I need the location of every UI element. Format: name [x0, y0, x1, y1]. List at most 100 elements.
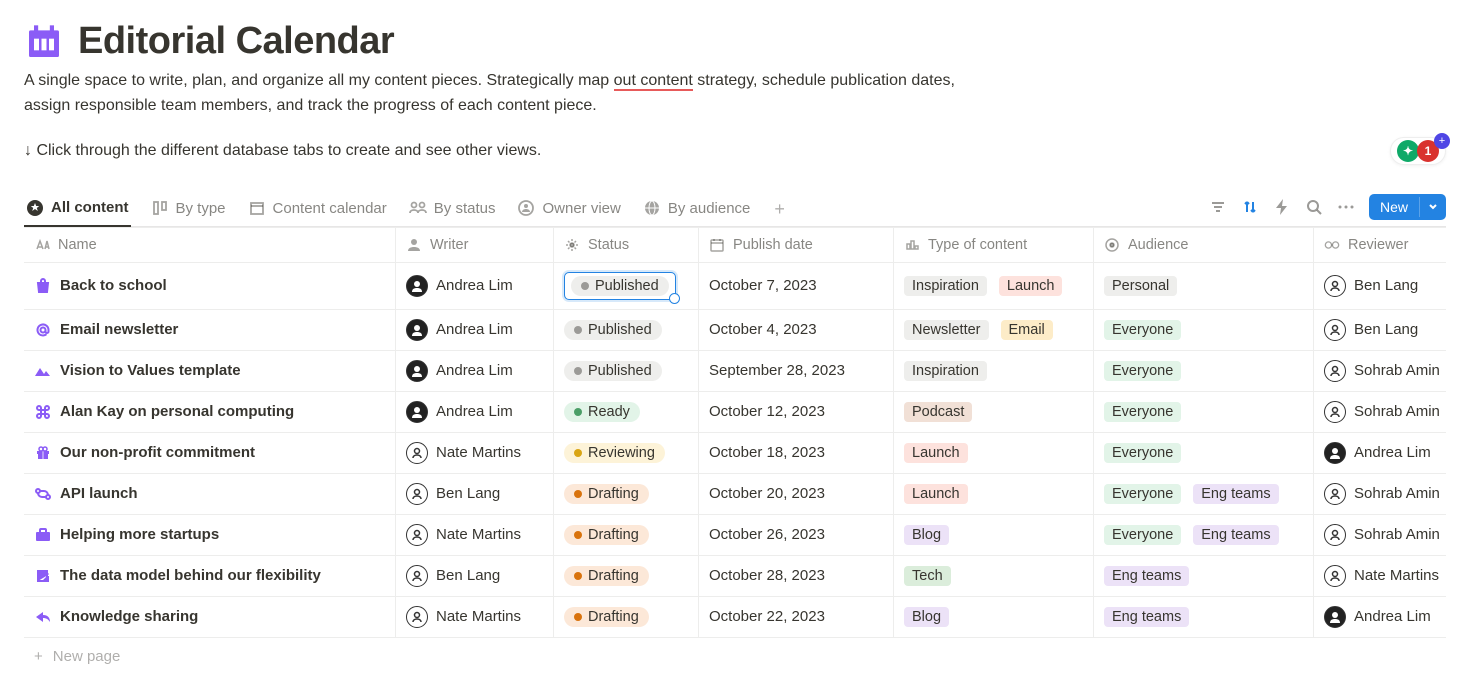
row-title: Vision to Values template: [60, 362, 241, 379]
avatar: [406, 565, 428, 587]
type-tag: Tech: [904, 566, 951, 586]
audience-tag: Everyone: [1104, 402, 1181, 422]
writer-name: Nate Martins: [436, 444, 521, 461]
publish-date: October 4, 2023: [709, 321, 817, 338]
reviewer-name: Ben Lang: [1354, 321, 1418, 338]
avatar: [1324, 319, 1346, 341]
audience-tag: Personal: [1104, 276, 1177, 296]
row-icon: [34, 610, 52, 624]
avatar: [406, 442, 428, 464]
new-page-button[interactable]: + New page: [24, 638, 1446, 675]
table-row[interactable]: Back to schoolAndrea LimPublishedOctober…: [24, 263, 1446, 310]
status-badge: Drafting: [564, 607, 649, 627]
status-selected-cell[interactable]: Published: [564, 272, 676, 300]
reviewer-name: Sohrab Amin: [1354, 403, 1440, 420]
row-title: Email newsletter: [60, 321, 178, 338]
col-audience[interactable]: Audience: [1094, 228, 1314, 262]
globe-icon: [643, 199, 661, 217]
publish-date: October 22, 2023: [709, 608, 825, 625]
status-badge: Published: [564, 320, 662, 340]
tab-by-type[interactable]: By type: [149, 193, 228, 225]
table-row[interactable]: Helping more startupsNate MartinsDraftin…: [24, 515, 1446, 556]
group-icon: [409, 199, 427, 217]
new-button[interactable]: New: [1369, 194, 1446, 220]
presence-add-icon: ✦: [1397, 140, 1419, 162]
type-tag: Inspiration: [904, 361, 987, 381]
type-tag: Launch: [904, 484, 968, 504]
person-icon: [517, 199, 535, 217]
more-icon[interactable]: [1337, 198, 1355, 216]
table-row[interactable]: The data model behind our flexibilityBen…: [24, 556, 1446, 597]
page-title[interactable]: Editorial Calendar: [78, 20, 394, 63]
row-icon: [34, 445, 52, 461]
tab-owner-view[interactable]: Owner view: [515, 193, 622, 225]
audience-tag: Eng teams: [1193, 484, 1278, 504]
avatar: [1324, 442, 1346, 464]
table-row[interactable]: API launchBen LangDraftingOctober 20, 20…: [24, 474, 1446, 515]
row-icon: [34, 487, 52, 501]
calendar-icon: [248, 199, 266, 217]
sort-icon[interactable]: [1241, 198, 1259, 216]
row-icon: [34, 278, 52, 294]
row-title: Our non-profit commitment: [60, 444, 255, 461]
tab-all-content[interactable]: All content: [24, 193, 131, 227]
automation-icon[interactable]: [1273, 198, 1291, 216]
table-row[interactable]: Alan Kay on personal computing Andrea Lim…: [24, 392, 1446, 433]
audience-tag: Everyone: [1104, 320, 1181, 340]
col-writer[interactable]: Writer: [396, 228, 554, 262]
avatar: [406, 524, 428, 546]
tab-by-status[interactable]: By status: [407, 193, 498, 225]
row-title: Helping more startups: [60, 526, 219, 543]
publish-date: October 26, 2023: [709, 526, 825, 543]
type-tag: Podcast: [904, 402, 972, 422]
avatar: [1324, 360, 1346, 382]
reviewer-name: Nate Martins: [1354, 567, 1439, 584]
table-row[interactable]: Email newsletterAndrea LimPublishedOctob…: [24, 310, 1446, 351]
publish-date: October 20, 2023: [709, 485, 825, 502]
col-date[interactable]: Publish date: [699, 228, 894, 262]
writer-name: Andrea Lim: [436, 277, 513, 294]
table-row[interactable]: Knowledge sharingNate MartinsDraftingOct…: [24, 597, 1446, 638]
star-icon: [26, 199, 44, 217]
type-tag: Email: [1001, 320, 1053, 340]
add-view-button[interactable]: +: [770, 195, 789, 224]
row-title: Knowledge sharing: [60, 608, 198, 625]
page-description[interactable]: A single space to write, plan, and organ…: [24, 69, 984, 119]
search-icon[interactable]: [1305, 198, 1323, 216]
publish-date: October 18, 2023: [709, 444, 825, 461]
chevron-down-icon[interactable]: [1419, 197, 1446, 217]
status-badge: Ready: [564, 402, 640, 422]
audience-tag: Eng teams: [1104, 607, 1189, 627]
tab-by-audience[interactable]: By audience: [641, 193, 753, 225]
audience-tag: Everyone: [1104, 443, 1181, 463]
col-reviewer[interactable]: Reviewer: [1314, 228, 1470, 262]
status-badge: Reviewing: [564, 443, 665, 463]
reviewer-name: Sohrab Amin: [1354, 485, 1440, 502]
avatar: [406, 319, 428, 341]
status-badge: Published: [564, 361, 662, 381]
audience-tag: Everyone: [1104, 525, 1181, 545]
table-row[interactable]: Vision to Values templateAndrea LimPubli…: [24, 351, 1446, 392]
plus-icon: +: [34, 648, 43, 665]
publish-date: October 12, 2023: [709, 403, 825, 420]
col-type[interactable]: Type of content: [894, 228, 1094, 262]
row-icon: [34, 528, 52, 542]
presence-widget[interactable]: ✦ 1 +: [1390, 137, 1446, 165]
type-tag: Blog: [904, 525, 949, 545]
publish-date: October 28, 2023: [709, 567, 825, 584]
col-name[interactable]: Name: [24, 228, 396, 262]
filter-icon[interactable]: [1209, 198, 1227, 216]
row-title: Back to school: [60, 277, 167, 294]
row-icon: [34, 322, 52, 338]
status-badge: Drafting: [564, 525, 649, 545]
col-status[interactable]: Status: [554, 228, 699, 262]
tab-content-calendar[interactable]: Content calendar: [246, 193, 389, 225]
writer-name: Andrea Lim: [436, 403, 513, 420]
row-title: The data model behind our flexibility: [60, 567, 321, 584]
avatar: [406, 606, 428, 628]
type-tag: Inspiration: [904, 276, 987, 296]
row-icon: [34, 404, 52, 420]
row-icon: [34, 364, 52, 378]
table-row[interactable]: Our non-profit commitment Nate Martins Rev…: [24, 433, 1446, 474]
row-title: Alan Kay on personal computing: [60, 403, 294, 420]
